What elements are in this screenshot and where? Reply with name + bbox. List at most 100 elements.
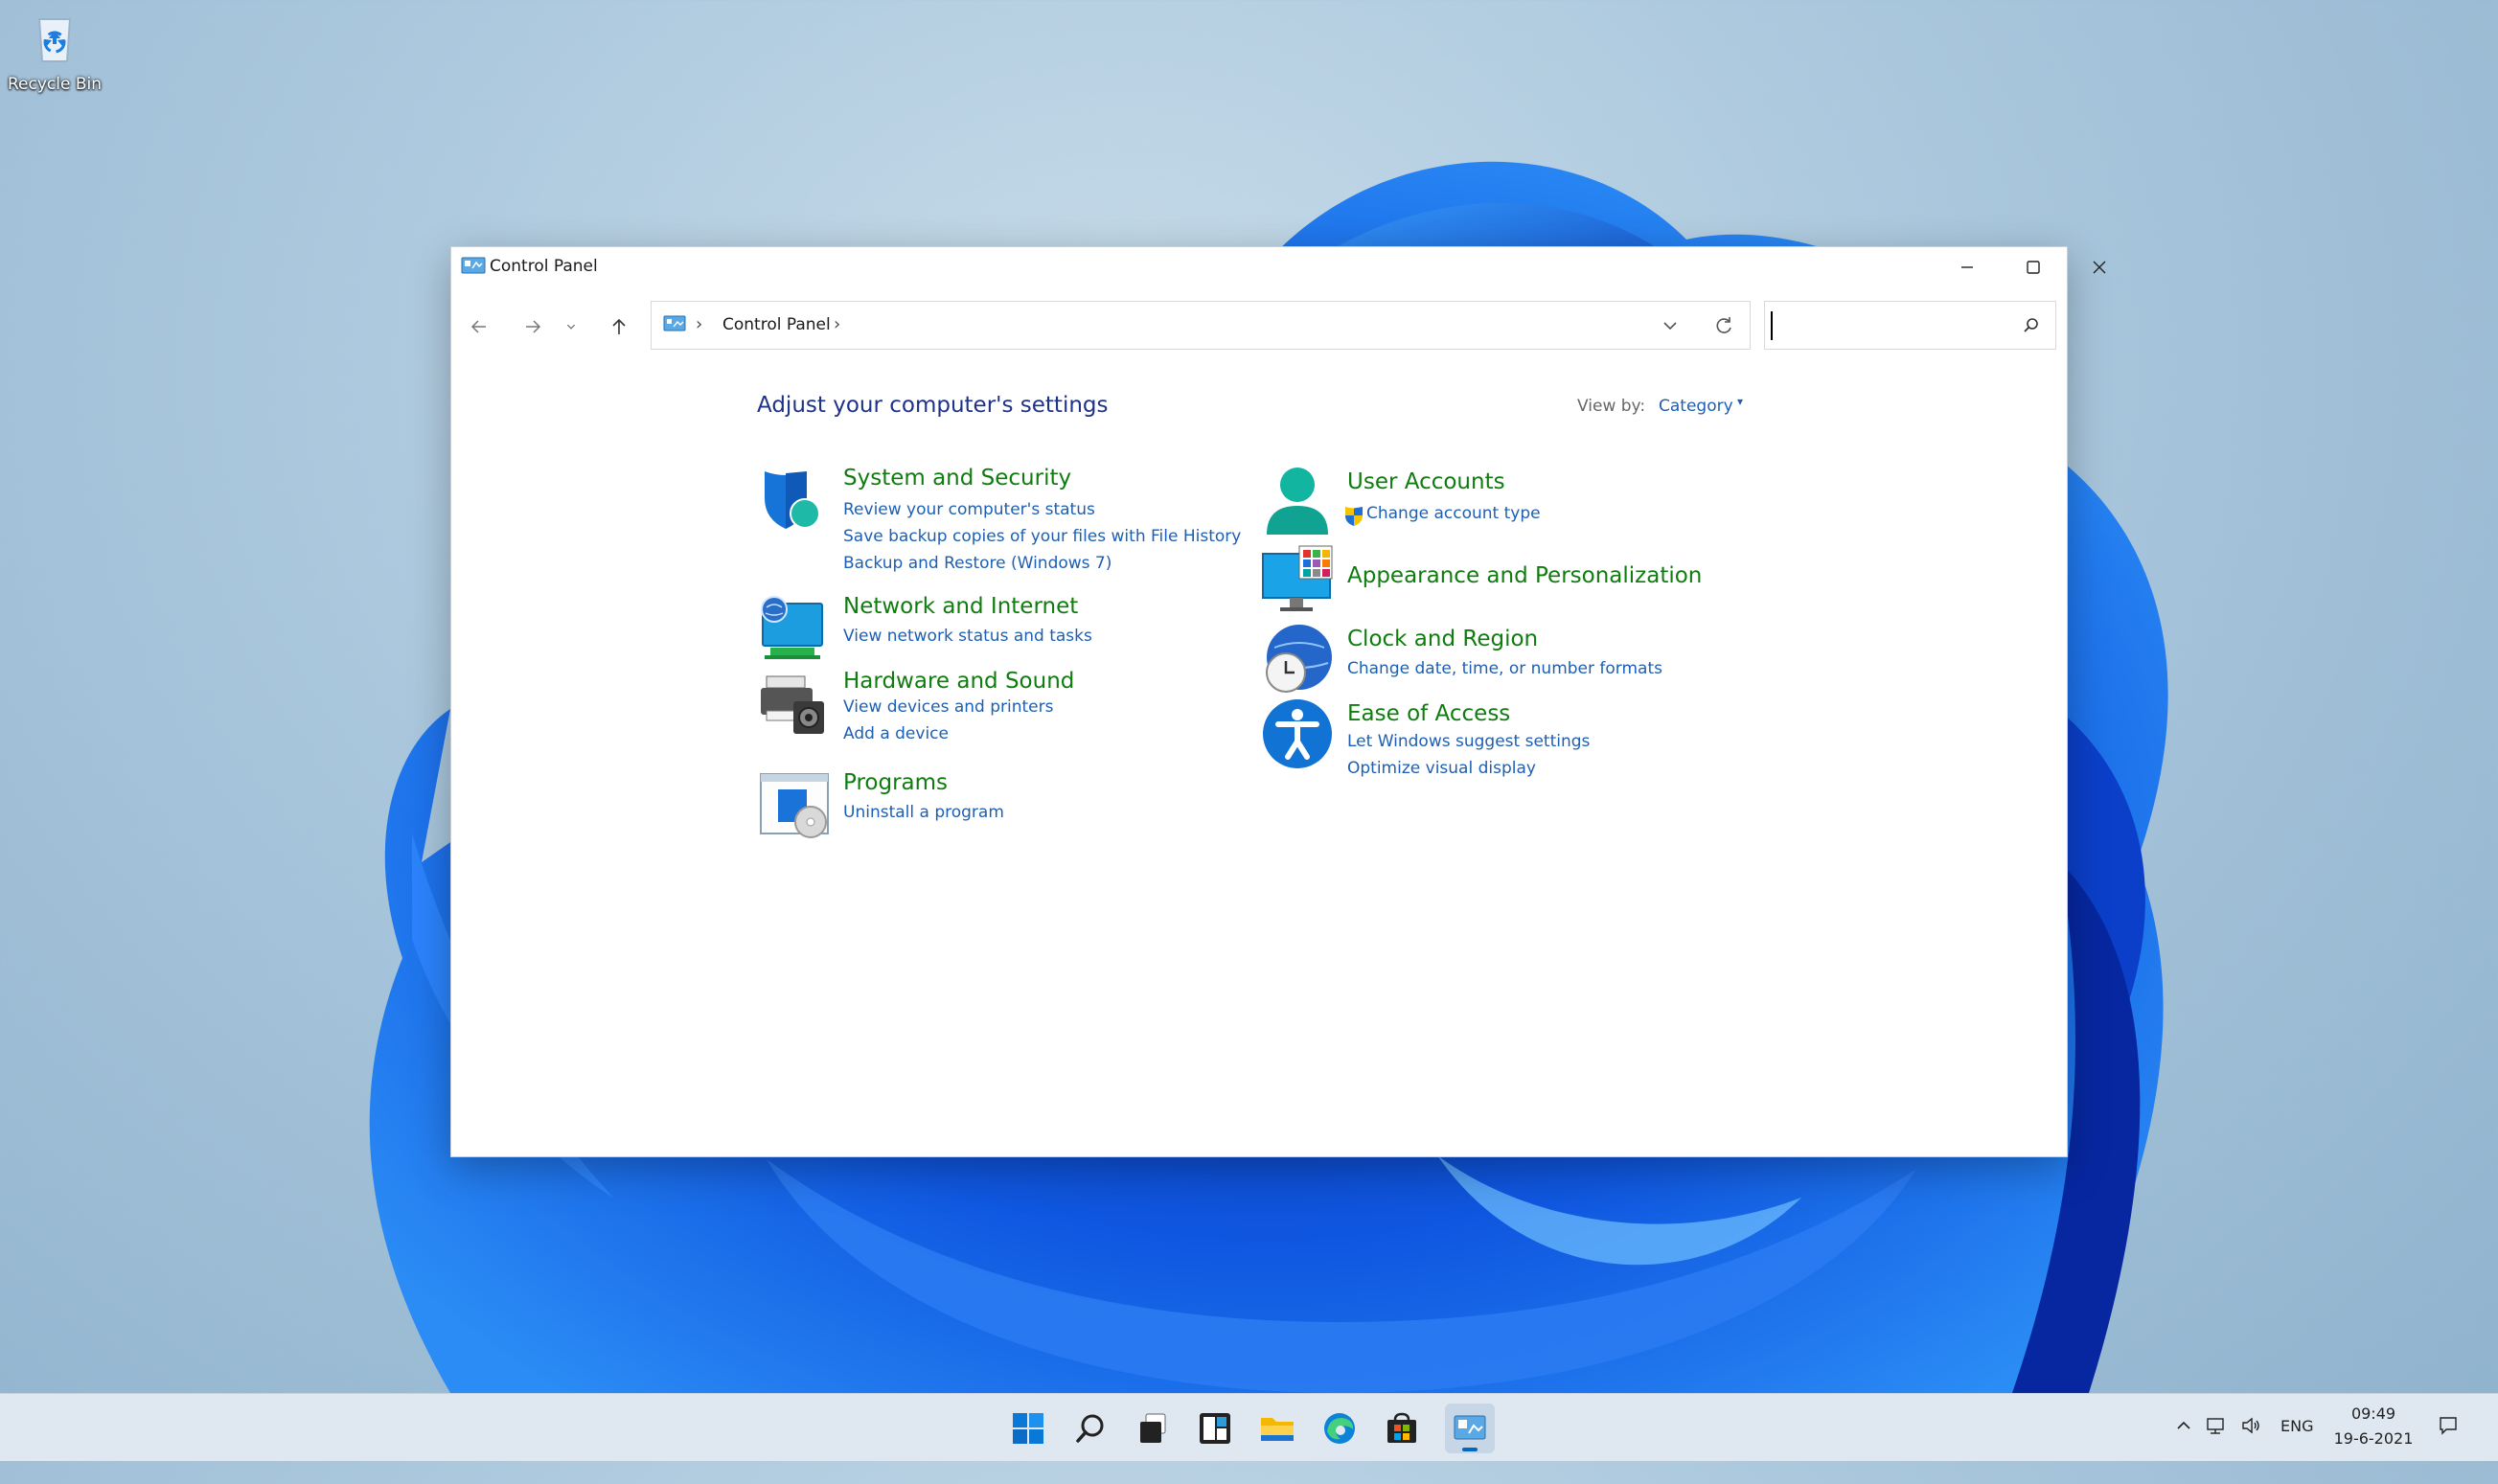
uac-shield-icon <box>1345 507 1363 526</box>
printer-speaker-icon[interactable] <box>757 669 830 742</box>
recycle-bin-icon <box>37 18 72 62</box>
up-arrow-icon <box>612 318 626 334</box>
monitor-color-icon[interactable] <box>1261 544 1334 617</box>
shield-icon[interactable] <box>757 466 830 538</box>
accessibility-icon[interactable] <box>1261 697 1334 770</box>
address-bar[interactable]: › Control Panel › <box>651 301 1751 350</box>
category-link[interactable]: Add a device <box>843 724 949 743</box>
category-title[interactable]: User Accounts <box>1347 469 1505 494</box>
edge-button[interactable] <box>1315 1404 1364 1453</box>
category-appearance-and-personalization: Appearance and Personalization <box>1261 544 1721 617</box>
user-icon[interactable] <box>1261 466 1334 538</box>
category-link[interactable]: Let Windows suggest settings <box>1347 732 1590 751</box>
category-hardware-and-sound: Hardware and Sound View devices and prin… <box>757 669 1169 765</box>
category-title[interactable]: Appearance and Personalization <box>1347 563 1702 588</box>
edge-icon <box>1324 1413 1355 1444</box>
task-view-button[interactable] <box>1128 1404 1178 1453</box>
search-icon <box>1076 1414 1104 1443</box>
category-title[interactable]: Programs <box>843 770 948 795</box>
category-link[interactable]: View devices and printers <box>843 697 1053 717</box>
control-panel-icon <box>461 257 486 274</box>
view-by-label: View by: <box>1577 397 1646 416</box>
maximize-icon <box>2027 261 2040 274</box>
address-dropdown-icon[interactable] <box>1658 313 1683 338</box>
network-globe-icon[interactable] <box>757 594 830 667</box>
taskbar: ENG 09:49 19-6-2021 <box>0 1393 2498 1461</box>
caret-down-icon[interactable]: ▾ <box>1737 395 1743 408</box>
notification-center-button[interactable] <box>2438 1415 2459 1482</box>
show-hidden-icons-button[interactable] <box>2173 1415 2194 1482</box>
category-network-and-internet: Network and Internet View network status… <box>757 594 1169 667</box>
store-icon <box>1387 1412 1416 1443</box>
category-link[interactable]: View network status and tasks <box>843 627 1092 646</box>
widgets-button[interactable] <box>1190 1404 1240 1453</box>
category-link[interactable]: Uninstall a program <box>843 803 1004 822</box>
recent-locations-button[interactable] <box>561 312 581 341</box>
control-panel-icon <box>663 315 686 331</box>
programs-disc-icon[interactable] <box>757 770 830 843</box>
category-user-accounts: User Accounts Change account type <box>1261 466 1702 542</box>
notification-icon <box>2440 1417 2457 1435</box>
clock-button[interactable]: 09:49 19-6-2021 <box>2330 1402 2417 1455</box>
category-ease-of-access: Ease of Access Let Windows suggest setti… <box>1261 697 1702 793</box>
forward-button[interactable] <box>518 312 547 341</box>
up-button[interactable] <box>605 312 633 341</box>
back-arrow-icon <box>470 320 486 333</box>
close-icon <box>2093 261 2106 274</box>
control-panel-window: Control Panel › Control Panel › Adjust y… <box>450 246 2106 1157</box>
file-explorer-button[interactable] <box>1252 1404 1302 1453</box>
back-button[interactable] <box>465 312 493 341</box>
category-link[interactable]: Save backup copies of your files with Fi… <box>843 527 1241 546</box>
category-title[interactable]: Network and Internet <box>843 594 1078 619</box>
clock-globe-icon[interactable] <box>1261 623 1334 696</box>
view-by-dropdown[interactable]: Category <box>1659 397 1733 416</box>
search-input[interactable] <box>1771 311 2016 340</box>
minimize-icon <box>1961 266 1973 268</box>
category-clock-and-region: Clock and Region Change date, time, or n… <box>1261 623 1702 696</box>
widgets-icon <box>1200 1413 1230 1444</box>
category-system-and-security: System and Security Review your computer… <box>757 466 1241 581</box>
minimize-button[interactable] <box>1935 247 2000 287</box>
clock-date: 19-6-2021 <box>2333 1429 2414 1448</box>
search-box[interactable] <box>1764 301 2056 350</box>
category-link[interactable]: Change date, time, or number formats <box>1347 659 1662 678</box>
category-title[interactable]: System and Security <box>843 466 1071 491</box>
breadcrumb-separator-icon[interactable]: › <box>834 314 840 334</box>
breadcrumb-control-panel[interactable]: Control Panel <box>722 315 831 334</box>
active-indicator <box>1462 1448 1478 1451</box>
maximize-button[interactable] <box>2001 247 2066 287</box>
network-icon <box>2207 1418 2224 1434</box>
category-title[interactable]: Hardware and Sound <box>843 669 1074 694</box>
network-status-button[interactable] <box>2206 1415 2227 1482</box>
start-button[interactable] <box>1003 1404 1053 1453</box>
category-programs: Programs Uninstall a program <box>757 770 1169 847</box>
refresh-icon[interactable] <box>1711 313 1736 338</box>
store-button[interactable] <box>1377 1404 1427 1453</box>
search-icon[interactable] <box>2021 315 2042 336</box>
category-link[interactable]: Backup and Restore (Windows 7) <box>843 554 1111 573</box>
volume-button[interactable] <box>2240 1415 2261 1482</box>
recycle-bin-shortcut[interactable]: Recycle Bin <box>8 8 102 94</box>
page-title: Adjust your computer's settings <box>757 393 1109 418</box>
close-button[interactable] <box>2067 247 2132 287</box>
category-title[interactable]: Ease of Access <box>1347 701 1510 726</box>
clock-time: 09:49 <box>2350 1404 2396 1423</box>
category-link[interactable]: Review your computer's status <box>843 500 1095 519</box>
language-indicator[interactable]: ENG <box>2280 1417 2313 1484</box>
volume-icon <box>2242 1417 2259 1434</box>
taskbar-search-button[interactable] <box>1066 1404 1115 1453</box>
file-explorer-icon <box>1261 1418 1294 1441</box>
chevron-down-icon <box>566 324 576 330</box>
navigation-bar: › Control Panel › <box>451 299 2067 353</box>
title-bar[interactable]: Control Panel <box>451 247 2106 287</box>
task-view-icon <box>1140 1413 1166 1443</box>
window-title: Control Panel <box>490 257 598 276</box>
recycle-bin-label: Recycle Bin <box>8 75 103 94</box>
control-panel-content: Adjust your computer's settings View by:… <box>451 353 2067 1156</box>
breadcrumb-separator-icon[interactable]: › <box>696 314 702 334</box>
control-panel-taskbar-button[interactable] <box>1445 1404 1495 1453</box>
category-link[interactable]: Optimize visual display <box>1347 759 1536 778</box>
control-panel-icon <box>1454 1415 1486 1440</box>
category-title[interactable]: Clock and Region <box>1347 627 1538 651</box>
category-link[interactable]: Change account type <box>1366 504 1541 523</box>
